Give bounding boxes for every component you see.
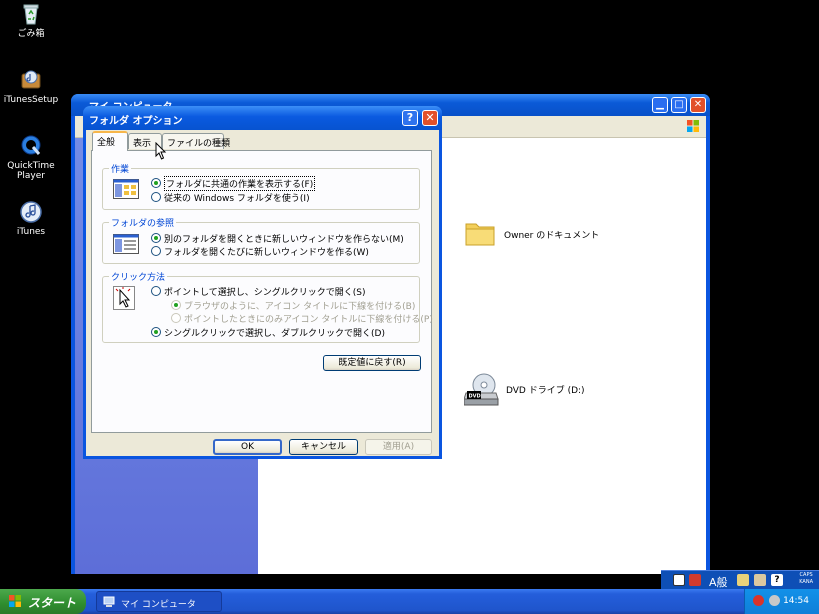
ime-pad-icon[interactable] bbox=[737, 574, 749, 586]
radio-label: フォルダを開くたびに新しいウィンドウを作る(W) bbox=[164, 248, 369, 258]
radio-button[interactable] bbox=[171, 313, 181, 323]
mouse-cursor-icon bbox=[155, 142, 167, 160]
general-tab-panel: 作業 フォルダに共通の作業を表示する(F) 従来の Windows フォルダを使… bbox=[91, 150, 433, 433]
radio-label: フォルダに共通の作業を表示する(F) bbox=[164, 176, 316, 191]
help-button[interactable]: ? bbox=[402, 110, 418, 126]
windows-flag-icon bbox=[9, 595, 21, 607]
taskbar-item-my-computer[interactable]: マイ コンピュータ bbox=[96, 591, 222, 612]
group-title: フォルダの参照 bbox=[109, 216, 177, 229]
group-tasks: 作業 フォルダに共通の作業を表示する(F) 従来の Windows フォルダを使… bbox=[102, 162, 420, 210]
desktop-icon-label: ごみ箱 bbox=[17, 29, 45, 39]
svg-text:DVD: DVD bbox=[469, 394, 481, 400]
windows-flag-icon bbox=[687, 120, 699, 132]
radio-button[interactable] bbox=[151, 178, 161, 188]
my-computer-icon bbox=[103, 596, 115, 607]
group-title: 作業 bbox=[109, 162, 132, 175]
desktop-icon-label: iTunesSetup bbox=[3, 95, 59, 105]
group-browse-folders: フォルダの参照 別のフォルダを開くときに新しいウィンドウを作らない(M) フォル… bbox=[102, 216, 420, 264]
item-label: DVD ドライブ (D:) bbox=[506, 386, 585, 396]
speaker-icon[interactable] bbox=[769, 595, 780, 606]
start-button[interactable]: スタート bbox=[0, 589, 86, 614]
desktop-icon-label: QuickTime Player bbox=[7, 161, 55, 181]
group-click-items: クリック方法 ポイントして選択し、シングルクリックで開く(S) ブラウザのように… bbox=[102, 270, 433, 343]
radio-button[interactable] bbox=[151, 286, 161, 296]
keyboard-icon[interactable] bbox=[673, 574, 685, 586]
help-icon[interactable]: ? bbox=[771, 574, 783, 586]
folder-options-dialog[interactable]: フォルダ オプション ? ✕ 全般 表示 ファイルの種類 作業 フォルダに共通の… bbox=[83, 106, 442, 459]
dialog-titlebar[interactable]: フォルダ オプション ? ✕ bbox=[83, 106, 442, 130]
tab-general[interactable]: 全般 bbox=[92, 131, 128, 151]
caps-label: CAPS bbox=[799, 572, 813, 578]
taskbar: スタート マイ コンピュータ 14:54 bbox=[0, 589, 819, 614]
desktop-icon-quicktime[interactable]: QuickTime Player bbox=[1, 134, 61, 181]
restore-defaults-button[interactable]: 既定値に戻す(R) bbox=[323, 355, 421, 371]
ok-button[interactable]: OK bbox=[213, 439, 282, 455]
cancel-button[interactable]: キャンセル bbox=[289, 439, 358, 455]
clock[interactable]: 14:54 bbox=[783, 596, 809, 606]
security-center-icon[interactable] bbox=[753, 595, 764, 606]
item-label: Owner のドキュメント bbox=[504, 231, 600, 241]
radio-button[interactable] bbox=[151, 327, 161, 337]
radio-label: ブラウザのように、アイコン タイトルに下線を付ける(B) bbox=[184, 302, 416, 312]
system-tray: 14:54 bbox=[744, 589, 819, 614]
maximize-button[interactable]: □ bbox=[671, 97, 687, 113]
itunes-setup-icon bbox=[21, 70, 41, 89]
dvd-drive-icon: DVD bbox=[464, 373, 499, 406]
radio-label: ポイントしたときにのみアイコン タイトルに下線を付ける(P) bbox=[184, 315, 433, 325]
desktop-icon-itunes[interactable]: iTunes bbox=[1, 200, 61, 237]
radio-button[interactable] bbox=[151, 192, 161, 202]
folder-tasks-icon bbox=[113, 179, 139, 199]
tab-label: 全般 bbox=[97, 138, 116, 148]
caps-kana-indicator: CAPS KANA bbox=[799, 572, 813, 586]
ime-icon[interactable] bbox=[689, 574, 701, 586]
close-button[interactable]: ✕ bbox=[422, 110, 438, 126]
radio-button[interactable] bbox=[151, 246, 161, 256]
desktop-icon-label: iTunes bbox=[16, 227, 46, 237]
click-pointer-icon bbox=[113, 286, 135, 310]
radio-label: 従来の Windows フォルダを使う(I) bbox=[164, 194, 310, 204]
desktop-icon-itunes-setup[interactable]: iTunesSetup bbox=[1, 68, 61, 105]
close-button[interactable]: ✕ bbox=[690, 97, 706, 113]
dialog-title: フォルダ オプション bbox=[89, 116, 183, 127]
radio-label: ポイントして選択し、シングルクリックで開く(S) bbox=[164, 288, 366, 298]
desktop-icon-recycle-bin[interactable]: ごみ箱 bbox=[1, 2, 61, 39]
folder-icon bbox=[465, 223, 495, 246]
ime-tools-icon[interactable] bbox=[754, 574, 766, 586]
apply-button[interactable]: 適用(A) bbox=[365, 439, 432, 455]
quicktime-icon bbox=[21, 135, 41, 155]
tab-file-types[interactable]: ファイルの種類 bbox=[162, 133, 230, 149]
radio-button[interactable] bbox=[171, 300, 181, 310]
language-bar[interactable]: A般 ? CAPS KANA bbox=[661, 570, 819, 589]
tab-label: 表示 bbox=[133, 139, 152, 149]
task-item-label: マイ コンピュータ bbox=[121, 600, 196, 610]
kana-label: KANA bbox=[799, 579, 813, 585]
dialog-body: 全般 表示 ファイルの種類 作業 フォルダに共通の作業を表示する(F) 従来の … bbox=[86, 130, 439, 456]
minimize-button[interactable]: ▁ bbox=[652, 97, 668, 113]
start-label: スタート bbox=[28, 596, 77, 610]
radio-label: シングルクリックで選択し、ダブルクリックで開く(D) bbox=[164, 329, 385, 339]
group-title: クリック方法 bbox=[109, 270, 168, 283]
itunes-icon bbox=[20, 201, 42, 223]
radio-button[interactable] bbox=[151, 233, 161, 243]
input-mode-label[interactable]: A般 bbox=[709, 574, 728, 590]
radio-label: 別のフォルダを開くときに新しいウィンドウを作らない(M) bbox=[164, 235, 404, 245]
recycle-bin-icon bbox=[23, 4, 39, 25]
browse-folders-icon bbox=[113, 234, 139, 254]
tab-label: ファイルの種類 bbox=[167, 139, 231, 149]
